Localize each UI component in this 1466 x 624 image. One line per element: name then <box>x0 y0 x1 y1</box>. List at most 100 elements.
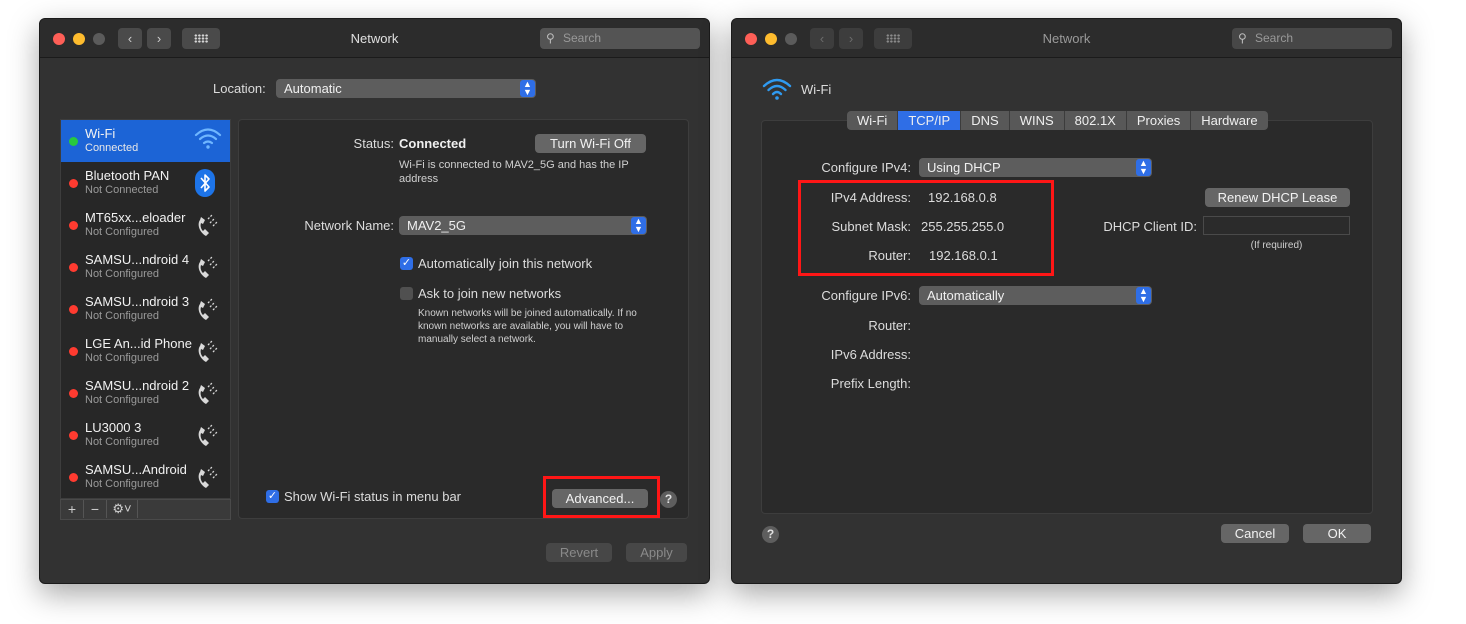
location-popup[interactable]: Automatic ▲ ▼ <box>276 79 536 98</box>
bluetooth-icon <box>194 168 220 198</box>
service-item[interactable]: SAMSU...ndroid 3 Not Configured <box>61 288 230 330</box>
service-item[interactable]: SAMSU...Android Not Configured <box>61 456 230 498</box>
ask-join-checkbox[interactable] <box>400 287 413 300</box>
tab-wins[interactable]: WINS <box>1008 111 1064 130</box>
tab-wi-fi[interactable]: Wi-Fi <box>847 111 897 130</box>
tab-bar: Wi-Fi TCP/IP DNS WINS 802.1X Proxies Hardware <box>847 111 1268 130</box>
chevron-updown-icon: ▲ ▼ <box>1136 287 1151 304</box>
service-name: SAMSU...Android <box>85 462 187 477</box>
wifi-icon <box>762 77 792 101</box>
search-field[interactable]: ⚲ Search <box>540 28 700 49</box>
service-item[interactable]: LU3000 3 Not Configured <box>61 414 230 456</box>
service-status: Connected <box>85 142 139 154</box>
help-button[interactable]: ? <box>660 491 677 508</box>
phone-icon <box>194 336 220 366</box>
search-icon: ⚲ <box>1238 31 1247 45</box>
interface-name: Wi-Fi <box>801 82 832 97</box>
ask-join-description: Known networks will be joined automatica… <box>418 308 637 345</box>
service-list[interactable]: Wi-Fi Connected Bluetooth PAN Not Connected… <box>60 119 231 499</box>
title-bar: ‹ › Network ⚲ Search <box>732 19 1401 58</box>
tab-hardware[interactable]: Hardware <box>1190 111 1267 130</box>
tab-dns[interactable]: DNS <box>960 111 1008 130</box>
phone-icon <box>194 210 220 240</box>
highlight-box-ip-info <box>798 180 1054 276</box>
prefix-length-label: Prefix Length: <box>830 376 911 391</box>
service-name: SAMSU...ndroid 4 <box>85 252 190 267</box>
service-name: SAMSU...ndroid 2 <box>85 378 190 393</box>
status-value: Connected <box>399 136 467 151</box>
tab-802-1x[interactable]: 802.1X <box>1063 111 1126 130</box>
configure-ipv4-popup[interactable]: Using DHCP ▲ ▼ <box>919 158 1152 177</box>
configure-ipv6-value: Automatically <box>927 288 1005 303</box>
renew-dhcp-button[interactable]: Renew DHCP Lease <box>1205 188 1350 207</box>
configure-ipv4-value: Using DHCP <box>927 160 1001 175</box>
ok-button[interactable]: OK <box>1303 524 1371 543</box>
search-placeholder: Search <box>1255 31 1294 45</box>
auto-join-checkbox[interactable]: ✓ <box>400 257 413 270</box>
service-item[interactable]: Bluetooth PAN Not Connected <box>61 162 230 204</box>
service-item[interactable]: Wi-Fi Connected <box>61 120 230 162</box>
status-dot <box>69 473 78 482</box>
wifi-icon <box>194 126 222 156</box>
auto-join-label: Automatically join this network <box>418 256 593 271</box>
service-name: Bluetooth PAN <box>85 168 170 183</box>
network-name-popup[interactable]: MAV2_5G ▲ ▼ <box>399 216 647 235</box>
service-name: MT65xx...eloader <box>85 210 186 225</box>
ipv6-address-label: IPv6 Address: <box>830 347 911 362</box>
network-preferences-window: ‹ › Network ⚲ Search Location: Automatic… <box>39 18 710 584</box>
search-field[interactable]: ⚲ Search <box>1232 28 1392 49</box>
phone-icon <box>194 378 220 408</box>
status-dot <box>69 305 78 314</box>
status-description: Wi-Fi is connected to MAV2_5G and has th… <box>399 159 629 185</box>
status-dot <box>69 347 78 356</box>
service-status: Not Configured <box>85 310 159 322</box>
question-icon: ? <box>766 527 775 541</box>
chevron-updown-icon: ▲ ▼ <box>1136 159 1151 176</box>
configure-ipv4-label: Configure IPv4: <box>821 160 911 175</box>
remove-service-button[interactable]: − <box>84 500 107 518</box>
tab-tcp-ip[interactable]: TCP/IP <box>897 111 961 130</box>
help-button[interactable]: ? <box>762 526 779 543</box>
router6-label: Router: <box>868 318 911 333</box>
service-name: Wi-Fi <box>85 126 116 141</box>
chevron-updown-icon: ▲ ▼ <box>631 217 646 234</box>
phone-icon <box>194 294 220 324</box>
configure-ipv6-popup[interactable]: Automatically ▲ ▼ <box>919 286 1152 305</box>
highlight-box-advanced <box>543 476 660 518</box>
show-status-checkbox[interactable]: ✓ <box>266 490 279 503</box>
service-status: Not Configured <box>85 352 159 364</box>
location-value: Automatic <box>284 81 342 96</box>
network-name-label: Network Name: <box>304 218 394 233</box>
status-label: Status: <box>353 136 394 151</box>
turn-wifi-off-button[interactable]: Turn Wi-Fi Off <box>535 134 646 153</box>
status-dot <box>69 263 78 272</box>
service-item[interactable]: MT65xx...eloader Not Configured <box>61 204 230 246</box>
status-dot <box>69 389 78 398</box>
service-item[interactable]: LGE An...id Phone Not Configured <box>61 330 230 372</box>
network-name-value: MAV2_5G <box>407 218 467 233</box>
cancel-button[interactable]: Cancel <box>1221 524 1289 543</box>
service-list-toolbar: + − ⚙˅ <box>60 499 231 520</box>
service-status: Not Configured <box>85 394 159 406</box>
service-item[interactable]: SAMSU...ndroid 4 Not Configured <box>61 246 230 288</box>
question-icon: ? <box>664 492 673 506</box>
service-name: SAMSU...ndroid 3 <box>85 294 190 309</box>
phone-icon <box>194 462 220 492</box>
search-placeholder: Search <box>563 31 602 45</box>
status-dot <box>69 431 78 440</box>
status-dot <box>69 179 78 188</box>
service-item[interactable]: SAMSU...ndroid 2 Not Configured <box>61 372 230 414</box>
advanced-network-window: ‹ › Network ⚲ Search Wi-Fi Wi-Fi TCP/IP DN… <box>731 18 1402 584</box>
tab-proxies[interactable]: Proxies <box>1125 111 1190 130</box>
gear-icon[interactable]: ⚙˅ <box>107 500 138 518</box>
service-status: Not Configured <box>85 436 159 448</box>
service-status: Not Configured <box>85 226 159 238</box>
phone-icon <box>194 420 220 450</box>
apply-button[interactable]: Apply <box>626 543 687 562</box>
dhcp-client-id-field[interactable] <box>1203 216 1350 235</box>
status-dot <box>69 221 78 230</box>
add-service-button[interactable]: + <box>61 500 84 518</box>
chevron-updown-icon: ▲ ▼ <box>520 80 535 97</box>
revert-button[interactable]: Revert <box>546 543 612 562</box>
service-name: LGE An...id Phone <box>85 336 192 351</box>
